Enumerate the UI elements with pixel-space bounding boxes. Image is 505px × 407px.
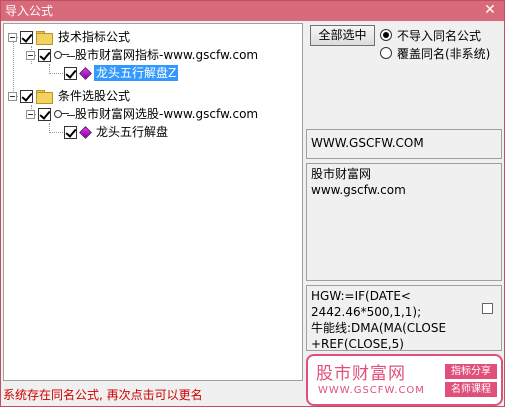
import-formula-dialog: 导入公式 ✕ 技术指标公式 股市财富网指标-www.gscfw.com 龙头五行…: [0, 0, 505, 407]
tree-checkbox[interactable]: [20, 30, 33, 44]
description-field: 股市财富网 www.gscfw.com: [306, 163, 502, 281]
radio-label: 不导入同名公式: [397, 28, 482, 43]
brand-logo-panel: 股市财富网 WWW.GSCFW.COM 指标分享 名师课程: [306, 354, 503, 406]
tree-node-gscfw-screening[interactable]: 股市财富网选股-www.gscfw.com: [26, 105, 260, 123]
key-icon: [54, 109, 70, 119]
key-icon: [54, 50, 70, 60]
tree-node-label: 龙头五行解盘Z: [94, 65, 179, 81]
tree-node-stock-screening[interactable]: 条件选股公式: [8, 87, 132, 105]
window-title: 导入公式: [5, 4, 54, 18]
formula-diamond-icon: [80, 127, 90, 137]
source-field: WWW.GSCFW.COM: [306, 129, 502, 159]
tree-node-formula-longtou-z[interactable]: 龙头五行解盘Z: [64, 64, 179, 82]
collapse-toggle[interactable]: [26, 109, 35, 119]
tree-node-tech-indicators[interactable]: 技术指标公式: [8, 28, 132, 46]
tree-checkbox[interactable]: [38, 107, 51, 121]
tree-node-label: 条件选股公式: [58, 89, 131, 103]
tree-node-formula-longtou[interactable]: 龙头五行解盘: [64, 123, 170, 141]
radio-skip-duplicates[interactable]: 不导入同名公式: [380, 27, 481, 43]
tree-node-label: 技术指标公式: [58, 30, 131, 44]
tree-checkbox[interactable]: [20, 89, 33, 103]
radio-button[interactable]: [380, 29, 392, 41]
formula-text: HGW:=IF(DATE< 2442.46*500,1,1); 牛能线:DMA(…: [311, 289, 447, 351]
formula-option-checkbox[interactable]: [482, 303, 493, 314]
source-text: WWW.GSCFW.COM: [311, 136, 424, 150]
radio-overwrite-duplicates[interactable]: 覆盖同名(非系统): [380, 45, 490, 61]
formula-diamond-icon: [80, 68, 90, 78]
formula-preview[interactable]: HGW:=IF(DATE< 2442.46*500,1,1); 牛能线:DMA(…: [306, 285, 502, 351]
status-message: 系统存在同名公式, 再次点击可以更名: [3, 388, 203, 402]
radio-label: 覆盖同名(非系统): [397, 46, 491, 61]
formula-tree[interactable]: 技术指标公式 股市财富网指标-www.gscfw.com 龙头五行解盘Z 条件选…: [3, 23, 303, 381]
description-text: 股市财富网 www.gscfw.com: [311, 167, 406, 197]
tree-node-label: 股市财富网指标-www.gscfw.com: [75, 48, 259, 62]
tree-checkbox[interactable]: [38, 48, 51, 62]
folder-icon: [36, 31, 53, 45]
collapse-toggle[interactable]: [8, 91, 17, 101]
collapse-toggle[interactable]: [8, 32, 17, 42]
tree-node-gscfw-indicators[interactable]: 股市财富网指标-www.gscfw.com: [26, 46, 260, 64]
tag-indicator-share: 指标分享: [445, 364, 497, 379]
tree-node-label: 股市财富网选股-www.gscfw.com: [75, 107, 259, 121]
brand-name: 股市财富网: [316, 364, 406, 384]
collapse-toggle[interactable]: [26, 50, 35, 60]
tree-checkbox[interactable]: [64, 66, 77, 80]
close-icon[interactable]: ✕: [482, 2, 498, 19]
folder-icon: [36, 90, 53, 104]
title-bar: 导入公式 ✕: [1, 1, 504, 21]
tag-teacher-course: 名师课程: [445, 382, 497, 397]
radio-button[interactable]: [380, 47, 392, 59]
tree-checkbox[interactable]: [64, 125, 77, 139]
tree-node-label: 龙头五行解盘: [96, 125, 169, 139]
select-all-button[interactable]: 全部选中: [310, 25, 375, 46]
brand-url: WWW.GSCFW.COM: [318, 385, 425, 396]
